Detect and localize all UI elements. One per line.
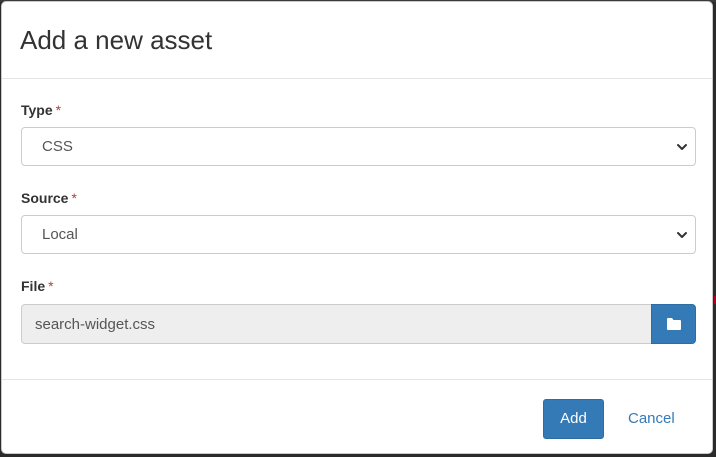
source-label-text: Source [21, 190, 69, 206]
file-path-value: search-widget.css [35, 316, 156, 333]
dialog-title: Add a new asset [20, 25, 213, 55]
dialog-footer-divider [2, 379, 712, 380]
file-input-group: search-widget.css [21, 304, 696, 344]
file-label: File * [21, 277, 54, 295]
type-label-text: Type [21, 102, 53, 118]
required-marker: * [48, 278, 54, 294]
required-marker: * [71, 190, 77, 206]
cancel-button[interactable]: Cancel [628, 410, 675, 428]
add-asset-dialog: Add a new asset Type * CSS Source * Local … [1, 1, 713, 454]
add-button[interactable]: Add [543, 399, 604, 439]
file-path-field[interactable]: search-widget.css [21, 304, 651, 344]
required-marker: * [55, 102, 62, 118]
file-label-text: File [21, 278, 46, 294]
chevron-down-icon [677, 232, 687, 238]
source-select[interactable]: Local [21, 215, 696, 254]
folder-icon [667, 318, 681, 330]
chevron-down-icon [677, 144, 687, 150]
type-select[interactable]: CSS [21, 127, 696, 166]
dialog-header: Add a new asset [2, 2, 712, 79]
source-select-value: Local [42, 226, 78, 243]
browse-file-button[interactable] [651, 304, 696, 344]
type-label: Type * [21, 101, 61, 119]
source-label: Source * [21, 189, 77, 207]
type-select-value: CSS [42, 138, 73, 155]
